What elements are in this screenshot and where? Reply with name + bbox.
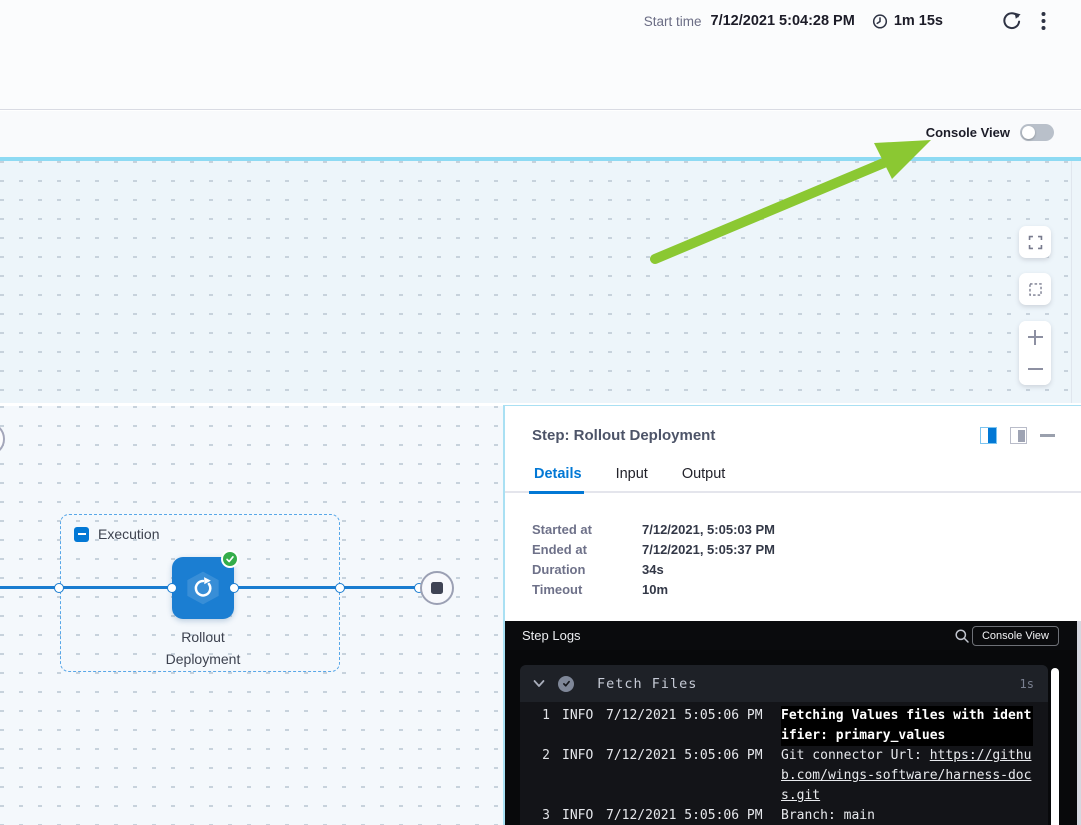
log-timestamp: 7/12/2021 5:05:06 PM bbox=[606, 706, 764, 726]
kebab-menu-icon bbox=[1041, 11, 1046, 31]
search-icon[interactable] bbox=[954, 628, 970, 647]
connector-port bbox=[229, 583, 239, 593]
execution-duration: 1m 15s bbox=[894, 13, 943, 29]
step-logs-bar: Step Logs Console View bbox=[505, 621, 1077, 650]
icon-part bbox=[1018, 430, 1025, 442]
end-node[interactable] bbox=[420, 571, 454, 605]
connector-port bbox=[54, 583, 64, 593]
step-details-panel: Step: Rollout Deployment Details Input O… bbox=[503, 405, 1081, 825]
connector-port bbox=[167, 583, 177, 593]
chevron-down-icon[interactable] bbox=[533, 679, 545, 688]
tab-input[interactable]: Input bbox=[614, 466, 650, 482]
detail-row-timeout: Timeout 10m bbox=[532, 580, 775, 600]
console-view-control: Console View bbox=[926, 124, 1054, 141]
log-level: INFO bbox=[562, 706, 597, 726]
console-view-label: Console View bbox=[926, 125, 1010, 140]
fullscreen-icon bbox=[1027, 234, 1044, 251]
detail-value: 34s bbox=[642, 560, 664, 580]
fit-view-button[interactable] bbox=[1019, 273, 1051, 305]
refresh-icon bbox=[1001, 11, 1021, 31]
duration-wrap: 1m 15s bbox=[871, 12, 943, 30]
panel-header-icons bbox=[980, 427, 1055, 444]
log-message: Fetching Values files with identifier: p… bbox=[781, 706, 1033, 746]
step-logs-title: Step Logs bbox=[522, 628, 581, 643]
detail-label: Ended at bbox=[532, 540, 642, 560]
console-view-toggle[interactable] bbox=[1020, 124, 1054, 141]
log-lines: 1 INFO 7/12/2021 5:05:06 PM Fetching Val… bbox=[520, 702, 1048, 825]
log-line: 2 INFO 7/12/2021 5:05:06 PM Git connecto… bbox=[530, 746, 1048, 806]
detail-label: Started at bbox=[532, 520, 642, 540]
details-list: Started at 7/12/2021, 5:05:03 PM Ended a… bbox=[532, 520, 775, 600]
collapse-group-button[interactable] bbox=[74, 527, 89, 542]
clock-icon bbox=[871, 12, 889, 30]
log-message: Branch: main bbox=[781, 806, 1033, 825]
logs-area: Fetch Files 1s 1 INFO 7/12/2021 5:05:06 … bbox=[505, 650, 1077, 825]
log-scrollbar[interactable] bbox=[1051, 668, 1059, 825]
icon-part bbox=[981, 428, 988, 443]
rollout-icon bbox=[191, 576, 215, 605]
log-line-number: 1 bbox=[530, 706, 550, 726]
log-timestamp: 7/12/2021 5:05:06 PM bbox=[606, 746, 764, 766]
execution-group-header: Execution bbox=[74, 526, 159, 542]
connector-port bbox=[335, 583, 345, 593]
tab-output[interactable]: Output bbox=[680, 466, 728, 482]
stage-graph-canvas[interactable] bbox=[0, 161, 1081, 403]
check-circle-icon bbox=[558, 676, 574, 692]
success-check-icon bbox=[221, 550, 239, 568]
tabs-divider bbox=[505, 491, 1081, 493]
detail-value: 7/12/2021, 5:05:37 PM bbox=[642, 540, 775, 560]
detail-label: Timeout bbox=[532, 580, 642, 600]
execution-group-label: Execution bbox=[98, 526, 159, 542]
panel-title: Step: Rollout Deployment bbox=[532, 427, 715, 444]
fullscreen-button[interactable] bbox=[1019, 226, 1051, 258]
log-section-fetch-files: Fetch Files 1s 1 INFO 7/12/2021 5:05:06 … bbox=[520, 665, 1048, 825]
zoom-out-button[interactable] bbox=[1019, 353, 1051, 385]
rollout-deployment-node[interactable] bbox=[172, 557, 234, 619]
log-line-number: 2 bbox=[530, 746, 550, 766]
log-section-header[interactable]: Fetch Files 1s bbox=[520, 665, 1048, 702]
console-view-button[interactable]: Console View bbox=[972, 626, 1059, 646]
log-line-number: 3 bbox=[530, 806, 550, 825]
tab-details[interactable]: Details bbox=[532, 466, 584, 482]
view-toolbar: Console View bbox=[0, 111, 1081, 157]
detail-value: 10m bbox=[642, 580, 668, 600]
canvas-right-edge bbox=[1071, 161, 1072, 403]
log-line: 1 INFO 7/12/2021 5:05:06 PM Fetching Val… bbox=[530, 706, 1048, 746]
zoom-in-button[interactable] bbox=[1019, 321, 1051, 353]
panel-tabs: Details Input Output bbox=[532, 466, 727, 482]
log-level: INFO bbox=[562, 746, 597, 766]
pipeline-execution-screen: Start time 7/12/2021 5:04:28 PM 1m 15s bbox=[0, 0, 1081, 825]
icon-part bbox=[988, 428, 996, 443]
log-timestamp: 7/12/2021 5:05:06 PM bbox=[606, 806, 764, 825]
zoom-in-icon bbox=[1028, 330, 1043, 345]
log-line: 3 INFO 7/12/2021 5:05:06 PM Branch: main bbox=[530, 806, 1048, 825]
toggle-knob bbox=[1022, 126, 1035, 139]
log-message: Git connector Url: https://github.com/wi… bbox=[781, 746, 1033, 806]
zoom-out-icon bbox=[1028, 368, 1043, 370]
log-message-text: Git connector Url: bbox=[781, 748, 930, 763]
top-bar: Start time 7/12/2021 5:04:28 PM 1m 15s bbox=[0, 0, 1081, 110]
log-level: INFO bbox=[562, 806, 597, 825]
detail-row-ended-at: Ended at 7/12/2021, 5:05:37 PM bbox=[532, 540, 775, 560]
detail-value: 7/12/2021, 5:05:03 PM bbox=[642, 520, 775, 540]
zoom-controls bbox=[1019, 321, 1051, 385]
detail-row-started-at: Started at 7/12/2021, 5:05:03 PM bbox=[532, 520, 775, 540]
panel-right-strip bbox=[1077, 621, 1081, 825]
detail-label: Duration bbox=[532, 560, 642, 580]
detail-row-duration: Duration 34s bbox=[532, 560, 775, 580]
log-section-duration: 1s bbox=[1020, 677, 1034, 691]
start-time-value: 7/12/2021 5:04:28 PM bbox=[711, 13, 855, 29]
node-label: Rollout Deployment bbox=[142, 626, 264, 670]
more-options-button[interactable] bbox=[1039, 9, 1048, 33]
split-right-icon[interactable] bbox=[980, 427, 997, 444]
refresh-button[interactable] bbox=[999, 9, 1023, 33]
split-bottom-icon[interactable] bbox=[1010, 427, 1027, 444]
active-tab-underline bbox=[529, 491, 584, 494]
log-section-name: Fetch Files bbox=[597, 676, 697, 692]
fit-view-icon bbox=[1027, 281, 1044, 298]
minimize-icon[interactable] bbox=[1040, 434, 1055, 437]
stop-icon bbox=[431, 582, 443, 594]
top-bar-right: Start time 7/12/2021 5:04:28 PM 1m 15s bbox=[644, 8, 1048, 34]
start-time-label: Start time bbox=[644, 14, 702, 29]
